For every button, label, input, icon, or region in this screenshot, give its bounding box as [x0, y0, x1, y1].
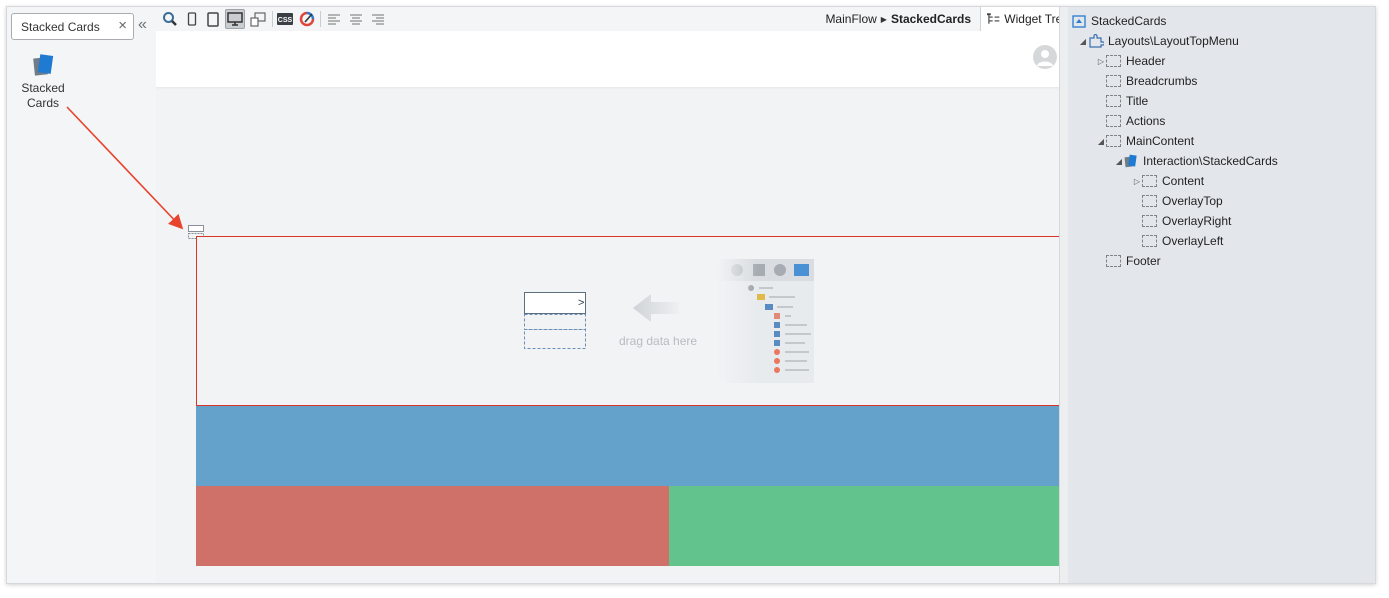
tree-item-label: Layouts\LayoutTopMenu: [1108, 34, 1239, 48]
expanded-icon[interactable]: ◢: [1096, 137, 1106, 146]
placeholder-icon: [1142, 195, 1157, 207]
blue-card[interactable]: [196, 406, 1069, 486]
tree-item-overlaytop[interactable]: OverlayTop: [1142, 192, 1223, 210]
breadcrumb: MainFlow ▶ StackedCards: [825, 12, 971, 26]
tree-item-layout[interactable]: ◢ Layouts\LayoutTopMenu: [1078, 32, 1239, 50]
annotation-arrow: [66, 106, 184, 230]
canvas-toolbar: CSS MainFlow ▶ StackedCards Widget Tree: [156, 7, 1069, 32]
tree-item-maincontent[interactable]: ◢ MainContent: [1096, 132, 1194, 150]
svg-text:CSS: CSS: [278, 17, 293, 24]
placeholder-icon: [1106, 95, 1121, 107]
placeholder-icon: [1106, 75, 1121, 87]
placeholder-icon: [1106, 55, 1121, 67]
placeholder-icon: [1106, 255, 1121, 267]
list-placeholder-icon: >: [524, 292, 586, 349]
tree-item-actions[interactable]: Actions: [1106, 112, 1165, 130]
stacked-cards-container[interactable]: > drag data here: [196, 236, 1069, 406]
tree-item-footer[interactable]: Footer: [1106, 252, 1161, 270]
placeholder-icon: [1142, 175, 1157, 187]
tree-item-label: Interaction\StackedCards: [1143, 154, 1278, 168]
widget-tree-panel: StackedCards ◢ Layouts\LayoutTopMenu ▷ H…: [1068, 7, 1375, 583]
breadcrumb-screen[interactable]: StackedCards: [891, 12, 971, 26]
tree-item-label: OverlayRight: [1162, 214, 1232, 228]
breadcrumb-flow[interactable]: MainFlow: [825, 12, 876, 26]
drag-data-hint: drag data here: [619, 334, 698, 348]
page-header[interactable]: [156, 31, 1069, 87]
widget-tree-icon: [987, 13, 1000, 24]
tab-widget-tree[interactable]: Widget Tree: [980, 7, 1069, 31]
red-card[interactable]: [196, 486, 669, 566]
tree-item-label: Content: [1162, 174, 1205, 188]
expanded-icon[interactable]: ◢: [1114, 157, 1124, 166]
tree-item-label: OverlayTop: [1162, 194, 1223, 208]
collapsed-icon[interactable]: ▷: [1132, 177, 1142, 186]
user-avatar-icon[interactable]: [1033, 45, 1057, 69]
placeholder-icon: [1106, 135, 1121, 147]
tree-item-overlayleft[interactable]: OverlayLeft: [1142, 232, 1223, 250]
tree-item-header[interactable]: ▷ Header: [1096, 52, 1165, 70]
tree-item-label: StackedCards: [1091, 14, 1167, 28]
tree-item-label: Header: [1126, 54, 1166, 68]
data-tree-illustration: [717, 259, 817, 383]
align-left-icon[interactable]: [324, 9, 344, 29]
placeholder-icon: [1106, 115, 1121, 127]
collapsed-icon[interactable]: ▷: [1096, 57, 1106, 66]
tree-item-label: Breadcrumbs: [1126, 74, 1198, 88]
tree-item-label: Title: [1126, 94, 1149, 108]
tree-item-label: OverlayLeft: [1162, 234, 1224, 248]
screen-icon: [1072, 14, 1086, 28]
css-icon[interactable]: CSS: [275, 9, 295, 29]
placeholder-icon: [1142, 235, 1157, 247]
arrow-left-icon: [633, 294, 679, 322]
puzzle-icon: [1089, 34, 1104, 48]
app-window: Stacked Cards × « Stacked Cards CSS Main…: [6, 6, 1376, 584]
theme-icon[interactable]: [297, 9, 317, 29]
toolbar-separator: [272, 11, 273, 27]
tree-item-label: Footer: [1126, 254, 1161, 268]
tree-item-interaction-stackedcards[interactable]: ◢ Interaction\StackedCards: [1114, 152, 1278, 170]
stacked-cards-icon: [1124, 154, 1137, 168]
multi-device-icon[interactable]: [248, 9, 268, 29]
tree-item-label: Actions: [1126, 114, 1166, 128]
tree-item-label: MainContent: [1126, 134, 1195, 148]
chevron-right-icon: ▶: [880, 15, 887, 24]
align-center-icon[interactable]: [346, 9, 366, 29]
tree-item-breadcrumbs[interactable]: Breadcrumbs: [1106, 72, 1197, 90]
green-card[interactable]: [669, 486, 1069, 566]
placeholder-icon: [1142, 215, 1157, 227]
screen-canvas[interactable]: CSS MainFlow ▶ StackedCards Widget Tree: [156, 7, 1069, 583]
tree-item-overlayright[interactable]: OverlayRight: [1142, 212, 1231, 230]
toolbar-separator: [320, 11, 321, 27]
tree-item-title[interactable]: Title: [1106, 92, 1148, 110]
align-right-icon[interactable]: [368, 9, 388, 29]
svg-text:>: >: [578, 297, 584, 309]
tree-item-stackedcards-screen[interactable]: StackedCards: [1072, 12, 1166, 30]
desktop-icon[interactable]: [225, 9, 245, 29]
tree-item-content[interactable]: ▷ Content: [1132, 172, 1204, 190]
expanded-icon[interactable]: ◢: [1078, 37, 1088, 46]
